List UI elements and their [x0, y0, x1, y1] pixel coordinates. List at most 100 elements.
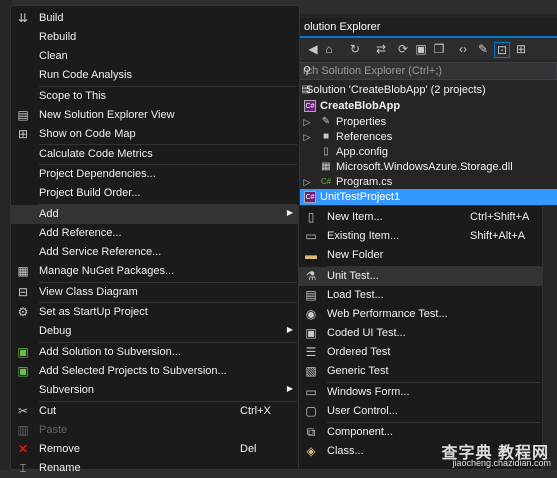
menu-item-rebuild[interactable]: Rebuild	[11, 28, 299, 47]
wrench-icon: ✎	[321, 116, 331, 127]
expand-arrow-icon[interactable]: ▷	[302, 114, 312, 130]
solution-explorer-title: olution Explorer	[304, 21, 381, 33]
menu-item-subversion[interactable]: Subversion ▶	[11, 381, 299, 400]
search-icon[interactable]: ⚲	[303, 64, 554, 77]
ordered-test-icon: ☰	[305, 345, 317, 359]
folder-icon: ▬	[305, 248, 317, 262]
menu-item-load-test[interactable]: ▤ Load Test...	[299, 286, 542, 305]
menu-item-clean[interactable]: Clean	[11, 47, 299, 66]
nuget-icon: ▦	[17, 264, 29, 278]
refresh-icon[interactable]: ⟳	[396, 42, 410, 56]
csharp-file-icon: C#	[320, 177, 332, 186]
tree-item-unit-test-project[interactable]: C# UnitTestProject1	[298, 189, 557, 205]
menu-item-run-code-analysis[interactable]: Run Code Analysis	[11, 66, 299, 85]
menu-item-add-solution-to-subversion[interactable]: ▣ Add Solution to Subversion...	[11, 343, 299, 362]
coded-ui-test-icon: ▣	[305, 326, 317, 340]
new-item-icon: ▯	[307, 210, 315, 224]
build-icon: ⇊	[17, 11, 29, 25]
menu-item-view-class-diagram[interactable]: ⊟ View Class Diagram	[11, 283, 299, 302]
menu-item-show-on-code-map[interactable]: ⊞ Show on Code Map	[11, 125, 299, 144]
back-icon[interactable]: ◀	[306, 42, 320, 56]
scissors-icon: ✂	[17, 404, 29, 418]
unit-test-icon: ⚗	[305, 269, 317, 283]
watermark-url: jiaocheng.chazidian.com	[452, 458, 551, 468]
show-all-files-icon[interactable]: ❐	[432, 42, 446, 56]
class-icon: ◈	[306, 444, 316, 458]
properties-icon[interactable]: ✎	[476, 42, 490, 56]
submenu-arrow-icon: ▶	[286, 325, 293, 334]
generic-test-icon: ▧	[305, 364, 317, 378]
solution-explorer-toolbar: ◀ ⌂ ↻ ⇄ ⟳ ▣ ❐ ‹› ✎ ⊡ ⊞	[298, 38, 557, 60]
submenu-arrow-icon: ▶	[286, 208, 293, 217]
existing-item-icon: ▭	[305, 229, 317, 243]
tree-item-properties[interactable]: ▷ ✎ Properties	[298, 114, 557, 130]
tree-item-dll[interactable]: ▦ Microsoft.WindowsAzure.Storage.dll	[298, 159, 557, 175]
subversion-add-icon: ▣	[17, 345, 29, 359]
remove-icon: ✕	[17, 442, 29, 456]
view-code-icon[interactable]: ‹›	[456, 42, 470, 56]
references-icon: ■	[322, 131, 330, 142]
config-file-icon: ▯	[323, 146, 329, 157]
menu-item-generic-test[interactable]: ▧ Generic Test	[299, 362, 542, 381]
windows-form-icon: ▭	[305, 385, 317, 399]
tree-item-solution[interactable]: ▤ Solution 'CreateBlobApp' (2 projects)	[298, 82, 557, 98]
menu-item-debug[interactable]: Debug ▶	[11, 322, 299, 341]
component-icon: ⧉	[306, 425, 316, 439]
code-map-icon: ⊞	[17, 127, 29, 141]
menu-item-calculate-code-metrics[interactable]: Calculate Code Metrics	[11, 145, 299, 164]
menu-item-rename[interactable]: ⌶ Rename	[11, 459, 299, 478]
menu-item-add-reference[interactable]: Add Reference...	[11, 224, 299, 243]
menu-item-project-build-order[interactable]: Project Build Order...	[11, 184, 299, 203]
rename-icon: ⌶	[19, 461, 27, 475]
menu-item-ordered-test[interactable]: ☰ Ordered Test	[299, 343, 542, 362]
subversion-add-icon: ▣	[17, 364, 29, 378]
menu-item-build[interactable]: ⇊ Build	[11, 9, 299, 28]
menu-item-set-as-startup-project[interactable]: ⚙ Set as StartUp Project	[11, 303, 299, 322]
menu-item-add-selected-projects-to-subversion[interactable]: ▣ Add Selected Projects to Subversion...	[11, 362, 299, 381]
menu-item-remove[interactable]: ✕ Remove Del	[11, 440, 299, 459]
menu-item-add[interactable]: Add ▶	[11, 205, 299, 224]
watermark: 查字典 教程网 jiaocheng.chazidian.com	[420, 439, 555, 470]
user-control-icon: ▢	[305, 404, 317, 418]
menu-item-new-folder[interactable]: ▬ New Folder	[299, 246, 542, 265]
menu-item-paste[interactable]: ▥ Paste	[11, 421, 299, 440]
pending-changes-icon[interactable]: ↻	[348, 42, 362, 56]
menu-item-web-performance-test[interactable]: ◉ Web Performance Test...	[299, 305, 542, 324]
pin-icon[interactable]: ⊞	[514, 42, 528, 56]
submenu-arrow-icon: ▶	[286, 384, 293, 393]
menu-item-windows-form[interactable]: ▭ Windows Form...	[299, 383, 542, 402]
tree-item-app-config[interactable]: ▯ App.config	[298, 144, 557, 160]
menu-item-scope-to-this[interactable]: Scope to This	[11, 87, 299, 106]
menu-item-coded-ui-test[interactable]: ▣ Coded UI Test...	[299, 324, 542, 343]
collapse-all-icon[interactable]: ▣	[414, 42, 428, 56]
expand-arrow-icon[interactable]: ▷	[302, 174, 312, 190]
preview-selected-icon[interactable]: ⊡	[494, 42, 510, 58]
home-icon[interactable]: ⌂	[322, 42, 336, 56]
solution-explorer-search[interactable]: rch Solution Explorer (Ctrl+;) ⚲	[298, 62, 557, 80]
csharp-project-icon: C#	[304, 100, 316, 112]
menu-item-project-dependencies[interactable]: Project Dependencies...	[11, 165, 299, 184]
tree-item-references[interactable]: ▷ ■ References	[298, 129, 557, 145]
csharp-project-icon: C#	[304, 191, 316, 203]
menu-item-user-control[interactable]: ▢ User Control...	[299, 402, 542, 421]
expand-arrow-icon[interactable]: ▷	[302, 129, 312, 145]
menu-item-add-service-reference[interactable]: Add Service Reference...	[11, 243, 299, 262]
dll-icon: ▦	[321, 161, 331, 172]
tree-item-project[interactable]: C# CreateBlobApp	[298, 98, 557, 114]
load-test-icon: ▤	[305, 288, 317, 302]
menu-item-unit-test[interactable]: ⚗ Unit Test...	[299, 267, 542, 286]
menu-item-manage-nuget-packages[interactable]: ▦ Manage NuGet Packages...	[11, 262, 299, 281]
menu-item-cut[interactable]: ✂ Cut Ctrl+X	[11, 402, 299, 421]
paste-icon: ▥	[17, 423, 29, 437]
gear-icon: ⚙	[17, 305, 29, 319]
menu-item-existing-item[interactable]: ▭ Existing Item... Shift+Alt+A	[299, 227, 542, 246]
web-test-icon: ◉	[305, 307, 317, 321]
new-view-icon: ▤	[17, 108, 29, 122]
menu-item-new-item[interactable]: ▯ New Item... Ctrl+Shift+A	[299, 208, 542, 227]
class-diagram-icon: ⊟	[17, 285, 29, 299]
add-submenu: ▯ New Item... Ctrl+Shift+A ▭ Existing It…	[298, 205, 543, 470]
tree-item-program-cs[interactable]: ▷ C# Program.cs	[298, 174, 557, 190]
sync-icon[interactable]: ⇄	[374, 42, 388, 56]
menu-item-new-solution-explorer-view[interactable]: ▤ New Solution Explorer View	[11, 106, 299, 125]
project-context-menu: ⇊ Build Rebuild Clean Run Code Analysis …	[10, 5, 300, 475]
